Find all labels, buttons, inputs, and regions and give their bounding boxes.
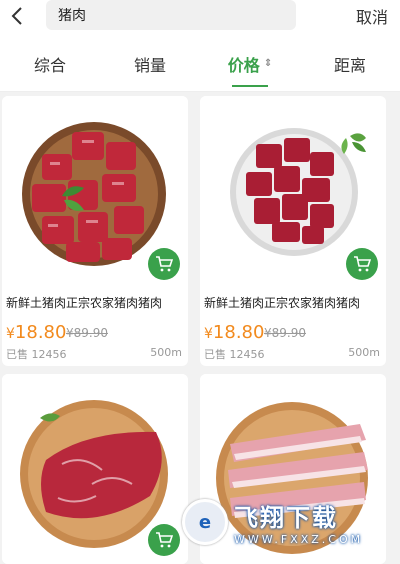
add-to-cart-button[interactable] — [148, 248, 180, 280]
distance: 500m — [150, 346, 182, 359]
product-grid: 新鲜土猪肉正宗农家猪肉猪肉 ¥18.80 ¥89.90 已售 12456 500… — [0, 96, 400, 564]
watermark-title: 飞翔下载 — [234, 498, 363, 533]
original-price: ¥89.90 — [264, 326, 306, 340]
cart-icon — [155, 531, 173, 549]
tab-price[interactable]: 价格⇕ — [200, 36, 300, 91]
sold-count: 已售 12456 — [204, 346, 265, 362]
site-watermark: e 飞翔下载 WWW.FXXZ.COM — [182, 497, 382, 547]
distance: 500m — [348, 346, 380, 359]
add-to-cart-button[interactable] — [148, 524, 180, 556]
cart-icon — [155, 255, 173, 273]
top-bar: 取消 — [0, 0, 400, 36]
search-input[interactable] — [58, 7, 296, 23]
product-title: 新鲜土猪肉正宗农家猪肉猪肉 — [204, 294, 382, 311]
tab-comprehensive[interactable]: 综合 — [0, 36, 100, 91]
search-field[interactable] — [46, 0, 296, 30]
watermark-logo-icon: e — [182, 499, 228, 545]
cart-icon — [353, 255, 371, 273]
product-title: 新鲜土猪肉正宗农家猪肉猪肉 — [6, 294, 184, 311]
product-card[interactable] — [2, 374, 188, 564]
sort-tabs: 综合 销量 价格⇕ 距离 — [0, 36, 400, 92]
product-card[interactable]: 新鲜土猪肉正宗农家猪肉猪肉 ¥18.80 ¥89.90 已售 12456 500… — [200, 96, 386, 366]
sold-count: 已售 12456 — [6, 346, 67, 362]
cancel-button[interactable]: 取消 — [356, 4, 388, 28]
original-price: ¥89.90 — [66, 326, 108, 340]
tab-distance[interactable]: 距离 — [300, 36, 400, 91]
product-price: ¥18.80 — [204, 322, 264, 343]
product-card[interactable]: 新鲜土猪肉正宗农家猪肉猪肉 ¥18.80 ¥89.90 已售 12456 500… — [2, 96, 188, 366]
chevron-left-icon — [11, 6, 23, 26]
product-price: ¥18.80 — [6, 322, 66, 343]
watermark-url: WWW.FXXZ.COM — [234, 533, 363, 546]
add-to-cart-button[interactable] — [346, 248, 378, 280]
back-button[interactable] — [6, 4, 28, 28]
sort-toggle-icon: ⇕ — [264, 58, 272, 69]
tab-sales[interactable]: 销量 — [100, 36, 200, 91]
